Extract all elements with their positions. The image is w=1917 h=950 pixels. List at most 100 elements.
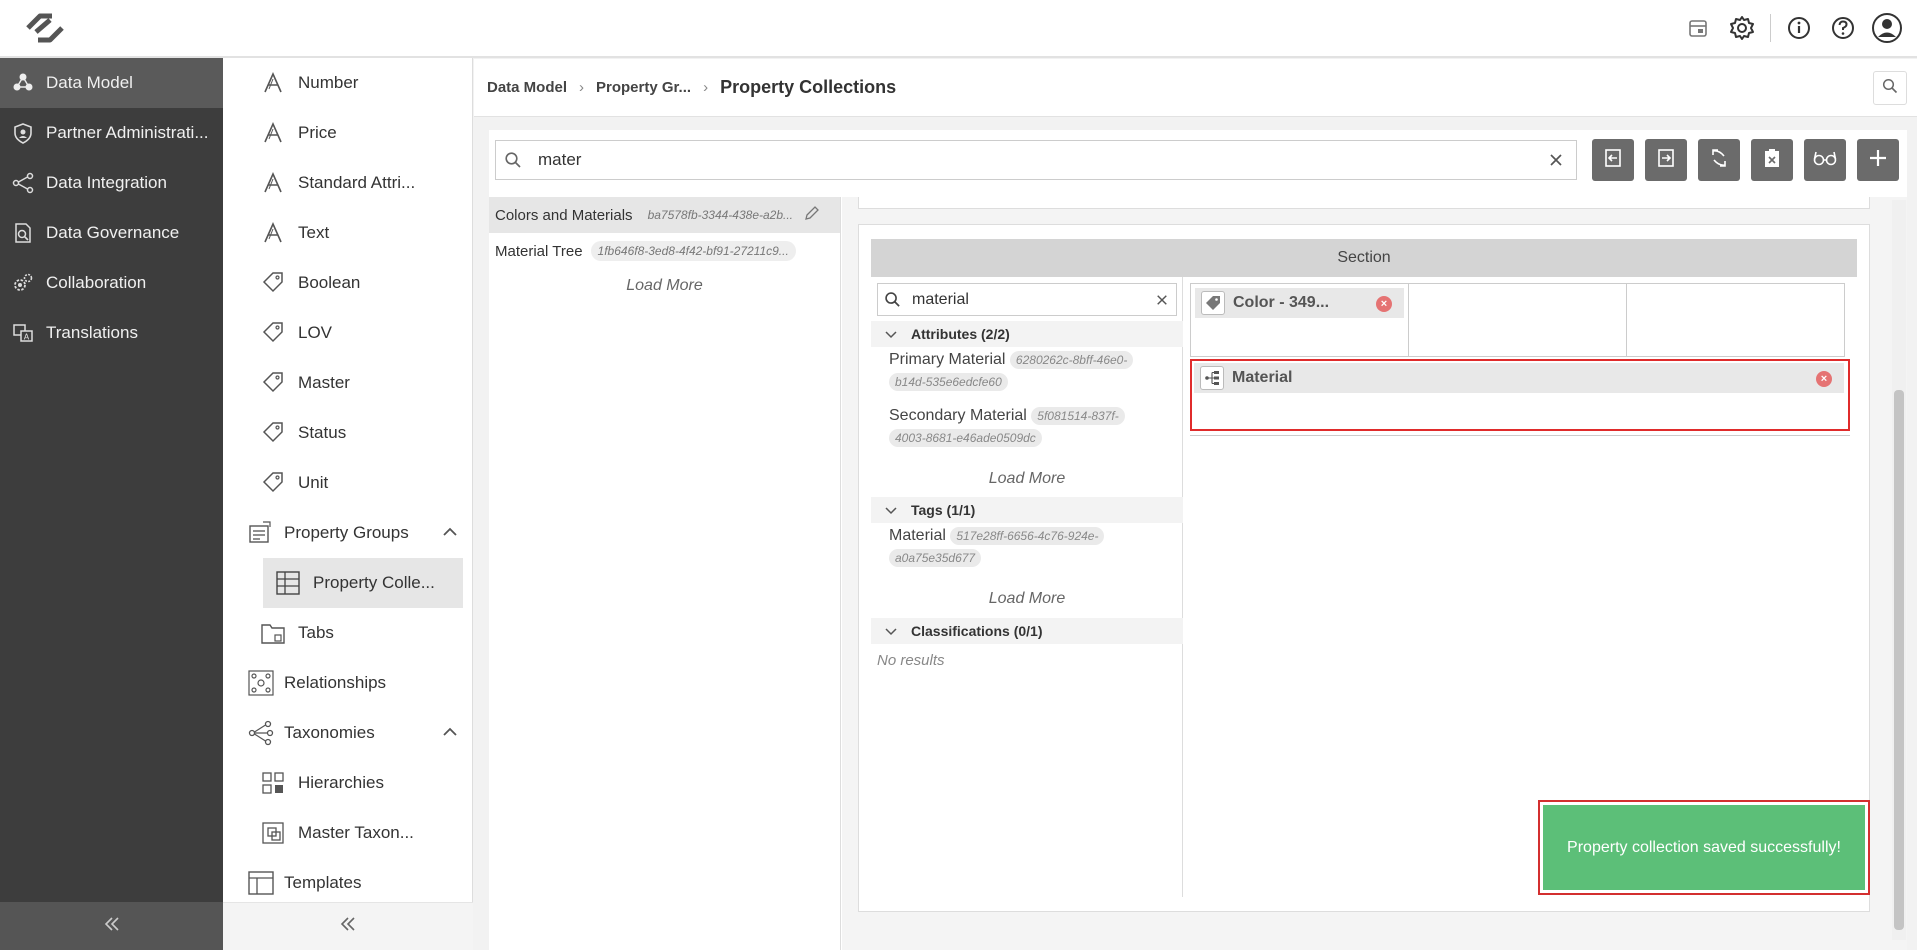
subnav-item-templates[interactable]: Templates xyxy=(223,858,473,908)
delete-button[interactable] xyxy=(1751,139,1793,181)
grid-cell[interactable] xyxy=(1409,284,1627,356)
group-header-attributes[interactable]: Attributes (2/2) xyxy=(871,321,1183,347)
divider xyxy=(1770,14,1771,42)
user-account-icon[interactable] xyxy=(1865,6,1909,50)
subnav-item-lov[interactable]: LOV xyxy=(223,308,473,358)
palette-item-material-tag[interactable]: Material 517e28ff-6656-4c76-924e- a0a75e… xyxy=(889,525,1169,569)
vertical-scrollbar[interactable] xyxy=(1892,200,1906,940)
plus-icon xyxy=(1868,148,1888,173)
chevron-up-icon[interactable] xyxy=(441,723,459,746)
nav-item-data-model[interactable]: Data Model xyxy=(0,58,223,108)
palette-item-secondary-material[interactable]: Secondary Material 5f081514-837f- 4003-8… xyxy=(889,405,1169,449)
document-search-icon xyxy=(0,222,46,244)
attribute-a-icon xyxy=(248,172,298,194)
subnav-item-master[interactable]: Master xyxy=(223,358,473,408)
subnav-item-hierarchies[interactable]: Hierarchies xyxy=(223,758,473,808)
subnav-label: Property Colle... xyxy=(313,573,435,592)
tag-icon xyxy=(248,321,298,345)
collapse-subnav-button[interactable] xyxy=(223,902,473,950)
nav-item-translations[interactable]: A Translations xyxy=(0,308,223,358)
nav-item-collaboration[interactable]: Collaboration xyxy=(0,258,223,308)
info-icon[interactable] xyxy=(1777,6,1821,50)
grid-cell[interactable] xyxy=(1627,284,1844,356)
load-more-link[interactable]: Load More xyxy=(871,590,1183,608)
subnav-item-boolean[interactable]: Boolean xyxy=(223,258,473,308)
palette-search-field[interactable]: material xyxy=(877,283,1177,316)
scrollbar-thumb[interactable] xyxy=(1894,390,1904,930)
breadcrumb-data-model[interactable]: Data Model xyxy=(487,79,567,96)
section-header[interactable]: Section xyxy=(871,239,1857,277)
property-chip-color[interactable]: Color - 349... × xyxy=(1195,288,1404,318)
help-icon[interactable] xyxy=(1821,6,1865,50)
list-item[interactable]: Colors and Materials ba7578fb-3344-438e-… xyxy=(489,197,840,233)
group-header-tags[interactable]: Tags (1/1) xyxy=(871,497,1183,523)
clear-icon[interactable] xyxy=(1536,153,1576,167)
success-toast[interactable]: Property collection saved successfully! xyxy=(1543,805,1865,890)
palette-search-input[interactable]: material xyxy=(906,291,1148,309)
collection-list: Colors and Materials ba7578fb-3344-438e-… xyxy=(489,197,841,950)
subnav-label: Master Taxon... xyxy=(298,823,414,842)
import-icon xyxy=(1602,147,1624,174)
preview-button[interactable] xyxy=(1804,139,1846,181)
collection-search-field[interactable]: mater xyxy=(495,140,1577,180)
add-button[interactable] xyxy=(1857,139,1899,181)
group-title: Tags (1/1) xyxy=(911,502,976,518)
attribute-a-icon xyxy=(248,222,298,244)
collapse-nav-button[interactable] xyxy=(0,902,223,950)
chip-label: Material xyxy=(1232,369,1293,386)
subnav-item-text[interactable]: Text xyxy=(223,208,473,258)
settings-gear-icon[interactable] xyxy=(1720,6,1764,50)
subnav-item-tabs[interactable]: Tabs xyxy=(223,608,473,658)
subnav-item-property-groups[interactable]: Property Groups xyxy=(223,508,473,558)
chevron-down-icon xyxy=(871,624,911,638)
nav-item-data-governance[interactable]: Data Governance xyxy=(0,208,223,258)
grid-cell[interactable]: Color - 349... × xyxy=(1191,284,1409,356)
group-header-classifications[interactable]: Classifications (0/1) xyxy=(871,618,1183,644)
app-logo[interactable] xyxy=(20,8,70,48)
search-icon xyxy=(496,151,530,169)
subnav-item-number[interactable]: Number xyxy=(223,58,473,108)
subnav-item-price[interactable]: Price xyxy=(223,108,473,158)
list-item[interactable]: Material Tree 1fb646f8-3ed8-4f42-bf91-27… xyxy=(489,233,840,269)
nav-item-partner-administration[interactable]: Partner Administrati... xyxy=(0,108,223,158)
sync-button[interactable] xyxy=(1698,139,1740,181)
subnav-label: Tabs xyxy=(298,623,334,642)
tag-icon xyxy=(248,471,298,495)
subnav-item-standard-attributes[interactable]: Standard Attri... xyxy=(223,158,473,208)
breadcrumb-current: Property Collections xyxy=(720,77,897,97)
subnav-item-relationships[interactable]: Relationships xyxy=(223,658,473,708)
calendar-box-icon[interactable] xyxy=(1676,6,1720,50)
remove-icon[interactable]: × xyxy=(1816,371,1832,387)
subnav-item-master-taxonomies[interactable]: Master Taxon... xyxy=(223,808,473,858)
remove-icon[interactable]: × xyxy=(1376,296,1392,312)
nav-item-data-integration[interactable]: Data Integration xyxy=(0,158,223,208)
tag-icon xyxy=(248,371,298,395)
pencil-icon[interactable] xyxy=(804,205,820,225)
breadcrumb-property-groups[interactable]: Property Gr... xyxy=(596,79,691,96)
export-button[interactable] xyxy=(1645,139,1687,181)
subnav-label: Hierarchies xyxy=(298,773,384,792)
group-title: Attributes (2/2) xyxy=(911,326,1010,342)
search-button[interactable] xyxy=(1873,71,1907,105)
nav-label: Data Governance xyxy=(46,223,180,242)
load-more-link[interactable]: Load More xyxy=(871,470,1183,488)
gears-icon xyxy=(0,272,46,294)
subnav-item-status[interactable]: Status xyxy=(223,408,473,458)
load-more-link[interactable]: Load More xyxy=(489,269,840,303)
top-bar xyxy=(0,0,1917,58)
import-button[interactable] xyxy=(1592,139,1634,181)
list-item-name: Colors and Materials xyxy=(495,206,633,224)
subnav-item-taxonomies[interactable]: Taxonomies xyxy=(223,708,473,758)
clear-icon[interactable] xyxy=(1148,294,1176,306)
divider xyxy=(1190,435,1850,436)
palette-item-primary-material[interactable]: Primary Material 6280262c-8bff-46e0- b14… xyxy=(889,349,1169,393)
search-input[interactable]: mater xyxy=(530,150,1536,170)
grid-row-highlighted[interactable]: Material × xyxy=(1190,359,1850,431)
chevron-up-icon[interactable] xyxy=(441,523,459,546)
chevron-right-icon: › xyxy=(579,79,585,96)
subnav-item-unit[interactable]: Unit xyxy=(223,458,473,508)
chevron-right-icon: › xyxy=(703,79,709,96)
palette-item-name: Primary Material xyxy=(889,351,1006,368)
property-chip-material[interactable]: Material × xyxy=(1194,363,1844,393)
subnav-item-property-collections[interactable]: Property Colle... xyxy=(263,558,463,608)
